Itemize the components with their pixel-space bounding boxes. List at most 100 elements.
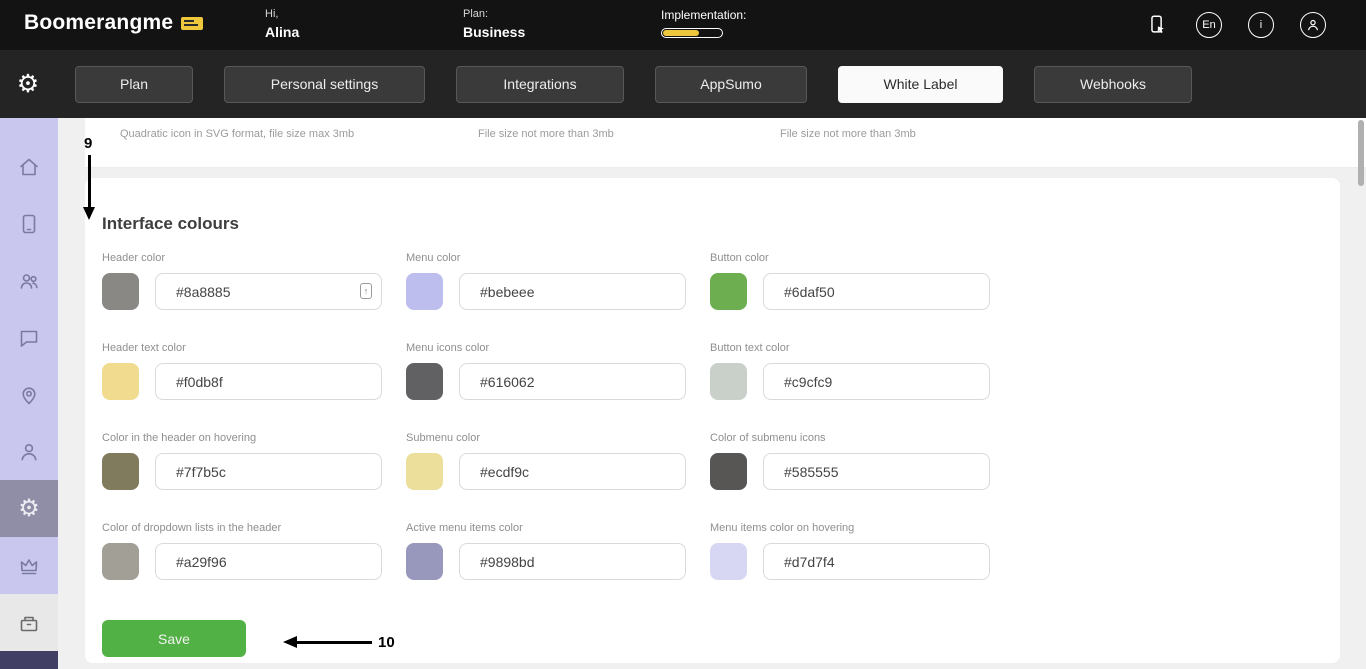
color-field-label: Active menu items color	[406, 522, 523, 534]
color-input[interactable]	[155, 363, 382, 400]
upload-hints-card: Quadratic icon in SVG format, file size …	[85, 118, 1366, 168]
tab-personal-settings[interactable]: Personal settings	[224, 65, 425, 103]
color-swatch[interactable]	[406, 543, 443, 580]
color-swatch[interactable]	[710, 273, 747, 310]
color-input[interactable]	[459, 363, 686, 400]
sidebar-item-cards[interactable]	[0, 195, 58, 252]
color-field-label: Menu color	[406, 252, 461, 264]
sidebar-item-contacts[interactable]	[0, 252, 58, 309]
plan-block: Plan: Business	[463, 8, 525, 40]
person-icon	[21, 443, 37, 460]
tab-integrations[interactable]: Integrations	[456, 65, 624, 103]
color-swatch[interactable]	[102, 543, 139, 580]
save-button[interactable]: Save	[102, 620, 246, 657]
cards-icon	[22, 214, 36, 233]
color-input[interactable]	[155, 543, 382, 580]
sidebar-item-billing[interactable]	[0, 594, 58, 651]
color-field-label: Button text color	[710, 342, 790, 354]
color-field-header-color: Header color ↑	[102, 252, 382, 310]
info-icon[interactable]: i	[1248, 12, 1274, 38]
implementation-progress-bar	[661, 28, 723, 38]
gear-icon: ⚙	[18, 494, 40, 522]
color-input[interactable]	[763, 363, 990, 400]
logo[interactable]: Boomerangme	[24, 11, 204, 35]
tab-appsumo[interactable]: AppSumo	[655, 65, 807, 103]
implementation-progress-fill	[663, 30, 699, 36]
color-swatch[interactable]	[102, 453, 139, 490]
plan-label: Plan:	[463, 8, 489, 20]
sidebar-item-settings[interactable]: ⚙	[0, 480, 58, 537]
upload-hint: File size not more than 3mb	[478, 128, 614, 140]
top-bar: Boomerangme Hi, Alina Plan: Business Imp…	[0, 0, 1366, 50]
mobile-preview-icon[interactable]	[1144, 12, 1170, 38]
implementation-label: Implementation:	[661, 8, 747, 22]
crown-icon	[20, 558, 38, 574]
color-field-label: Menu items color on hovering	[710, 522, 855, 534]
tab-plan[interactable]: Plan	[75, 65, 193, 103]
color-swatch[interactable]	[710, 453, 747, 490]
color-field-label: Button color	[710, 252, 769, 264]
color-input[interactable]	[763, 543, 990, 580]
annotation-arrow-9-head	[83, 207, 95, 220]
color-swatch[interactable]	[406, 273, 443, 310]
sidebar-bottom-strip	[0, 651, 58, 669]
main-content: Quadratic icon in SVG format, file size …	[58, 118, 1366, 669]
color-swatch[interactable]	[102, 363, 139, 400]
color-input[interactable]	[763, 273, 990, 310]
color-input[interactable]	[459, 273, 686, 310]
home-icon	[20, 158, 38, 175]
paste-icon[interactable]: ↑	[360, 283, 372, 299]
color-field-label: Header color	[102, 252, 165, 264]
color-field-header-text-color: Header text color	[102, 342, 382, 400]
color-input[interactable]	[459, 453, 686, 490]
colour-fields-grid: Header color ↑ Menu color Button color	[102, 252, 1320, 580]
account-icon[interactable]	[1300, 12, 1326, 38]
interface-colours-card: Interface colours Header color ↑ Menu co…	[85, 178, 1340, 663]
color-field-dropdown-lists-color: Color of dropdown lists in the header	[102, 522, 382, 580]
chat-icon	[20, 330, 38, 347]
color-field-menu-items-hover-color: Menu items color on hovering	[710, 522, 990, 580]
color-swatch[interactable]	[406, 453, 443, 490]
plan-value: Business	[463, 24, 526, 40]
logo-text: Boomerangme	[24, 11, 174, 34]
sidebar-item-chat[interactable]	[0, 309, 58, 366]
tab-webhooks[interactable]: Webhooks	[1034, 65, 1192, 103]
color-field-header-hover-color: Color in the header on hovering	[102, 432, 382, 490]
greeting-label: Hi,	[265, 8, 279, 20]
color-field-button-color: Button color	[710, 252, 990, 310]
sidebar-item-locations[interactable]	[0, 366, 58, 423]
implementation-block: Implementation:	[661, 8, 746, 38]
color-swatch[interactable]	[710, 543, 747, 580]
location-pin-icon	[22, 386, 36, 404]
color-field-submenu-icons-color: Color of submenu icons	[710, 432, 990, 490]
color-field-label: Header text color	[102, 342, 186, 354]
color-swatch[interactable]	[710, 363, 747, 400]
section-title: Interface colours	[102, 214, 239, 233]
color-field-label: Color of submenu icons	[710, 432, 826, 444]
sidebar-item-clients[interactable]	[0, 423, 58, 480]
scrollbar-thumb[interactable]	[1358, 120, 1364, 186]
color-input[interactable]	[459, 543, 686, 580]
color-input[interactable]	[155, 273, 382, 310]
sidebar-item-home[interactable]	[0, 138, 58, 195]
greeting-block: Hi, Alina	[265, 8, 299, 40]
upload-hint: File size not more than 3mb	[780, 128, 916, 140]
color-input[interactable]	[155, 453, 382, 490]
logo-badge-icon	[180, 15, 204, 32]
color-swatch[interactable]	[406, 363, 443, 400]
sidebar-item-subscription[interactable]	[0, 537, 58, 594]
color-field-menu-icons-color: Menu icons color	[406, 342, 686, 400]
color-field-menu-color: Menu color	[406, 252, 686, 310]
color-field-submenu-color: Submenu color	[406, 432, 686, 490]
color-field-label: Submenu color	[406, 432, 480, 444]
tab-white-label[interactable]: White Label	[838, 65, 1003, 103]
color-field-label: Menu icons color	[406, 342, 490, 354]
language-selector[interactable]: En	[1196, 12, 1222, 38]
settings-gear-icon[interactable]: ⚙	[13, 71, 43, 97]
color-input[interactable]	[763, 453, 990, 490]
color-swatch[interactable]	[102, 273, 139, 310]
topbar-icons: En i	[1144, 12, 1326, 38]
upload-hint: Quadratic icon in SVG format, file size …	[120, 128, 355, 140]
sidebar: ⚙	[0, 118, 58, 669]
color-field-label: Color of dropdown lists in the header	[102, 522, 282, 534]
